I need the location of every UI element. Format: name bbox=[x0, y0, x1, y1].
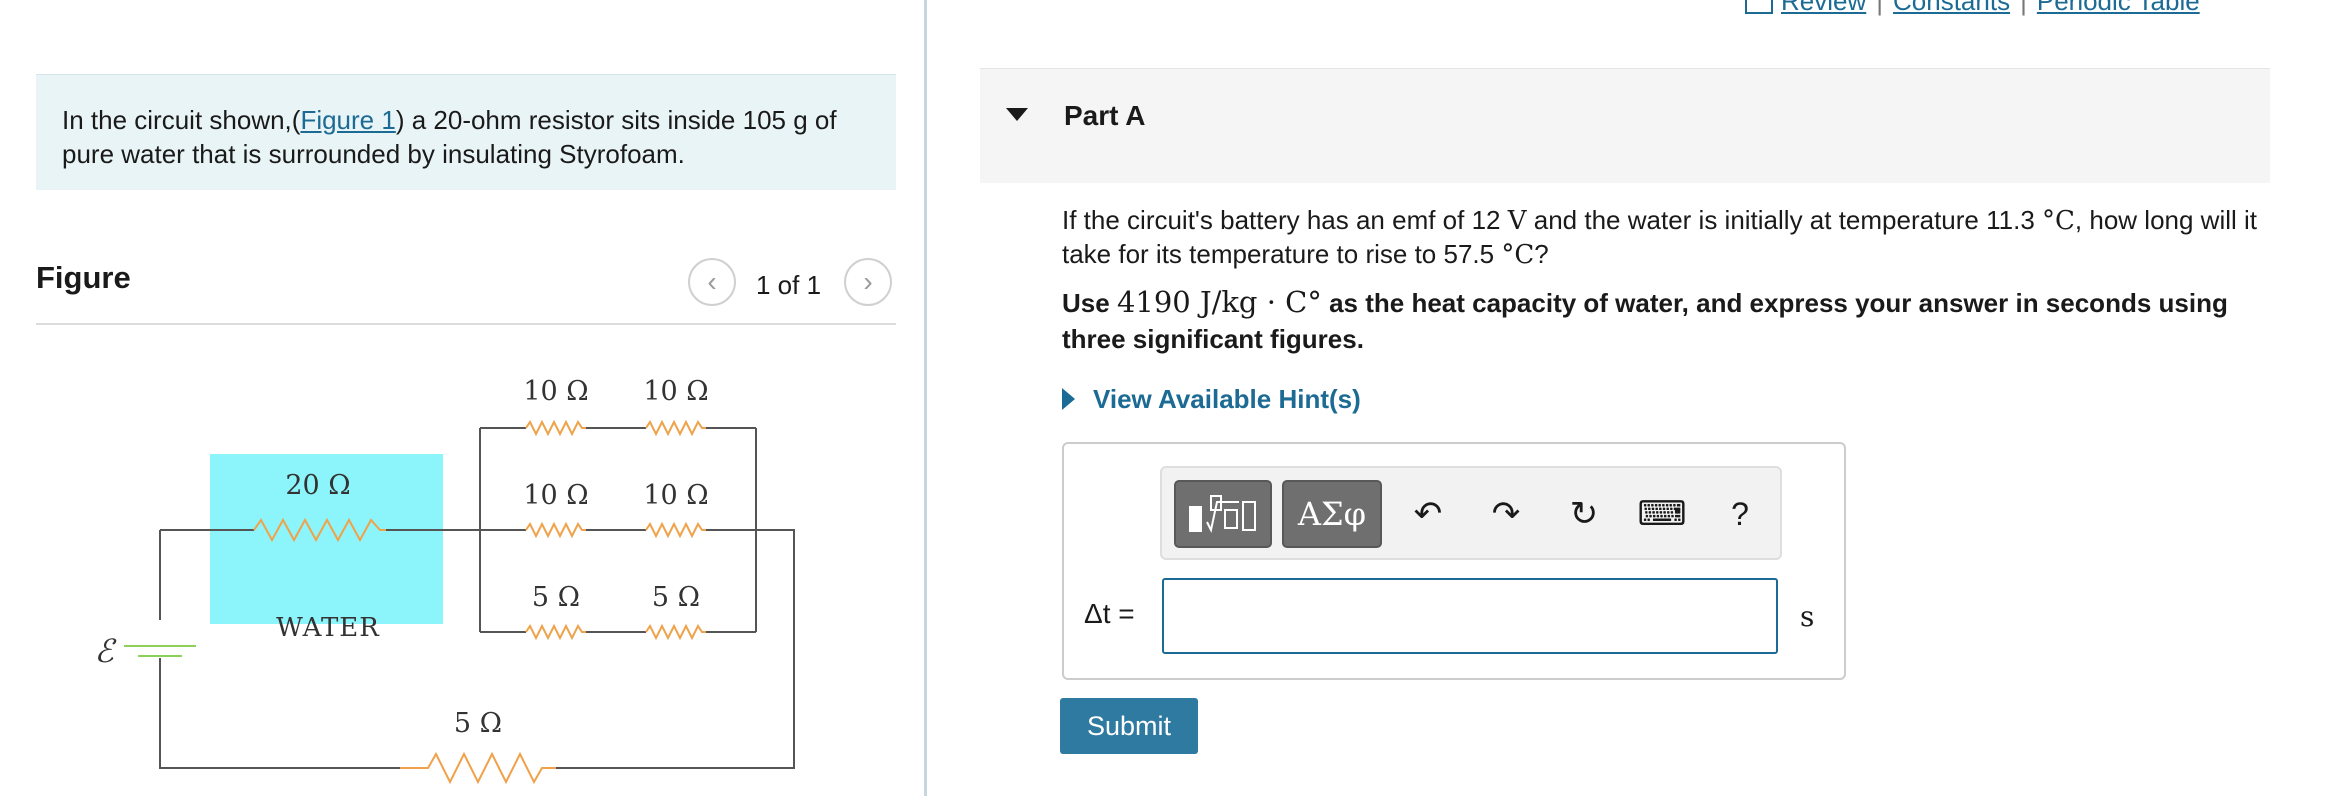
question-part: and the water is initially at temperatur… bbox=[1533, 205, 2035, 235]
label-r-mid-right: 10 Ω bbox=[643, 480, 708, 511]
review-icon bbox=[1745, 0, 1773, 15]
templates-button[interactable] bbox=[1174, 480, 1272, 548]
link-separator: | bbox=[2020, 0, 2027, 16]
label-r-water: 20 Ω bbox=[285, 470, 350, 501]
top-links: Review | Constants | Periodic Table bbox=[1745, 0, 2200, 16]
intro-text-before: In the circuit shown,( bbox=[62, 105, 301, 135]
part-title: Part A bbox=[1064, 100, 1146, 131]
math-toolbar: ΑΣφ ↶ ↷ ↻ ⌨ ? bbox=[1160, 466, 1782, 560]
reset-icon[interactable]: ↻ bbox=[1558, 486, 1610, 542]
previous-figure-button[interactable]: ‹ bbox=[688, 258, 736, 306]
resistor-bot-left bbox=[525, 623, 586, 641]
resistor-mid-right bbox=[645, 521, 706, 539]
figure-link[interactable]: Figure 1 bbox=[300, 105, 395, 135]
figure-divider bbox=[36, 323, 896, 325]
problem-intro: In the circuit shown,(Figure 1) a 20-ohm… bbox=[36, 74, 896, 190]
unit-volts: V bbox=[1507, 206, 1527, 236]
resistor-mid-left bbox=[525, 521, 586, 539]
constants-link[interactable]: Constants bbox=[1893, 0, 2010, 16]
part-header[interactable] bbox=[980, 68, 2270, 183]
battery-symbol bbox=[124, 645, 196, 657]
review-link[interactable]: Review bbox=[1781, 0, 1866, 16]
answer-unit-label: s bbox=[1800, 600, 1815, 633]
instruction-part: Use bbox=[1062, 288, 1110, 318]
label-r-bot-left: 5 Ω bbox=[532, 582, 580, 613]
question-text: If the circuit's battery has an emf of 1… bbox=[1062, 204, 2272, 272]
water-label: WATER bbox=[276, 613, 380, 643]
answer-input[interactable] bbox=[1162, 578, 1778, 654]
unit-celsius: °C bbox=[2042, 206, 2075, 236]
periodic-table-link[interactable]: Periodic Table bbox=[2037, 0, 2200, 16]
redo-icon[interactable]: ↷ bbox=[1480, 486, 1532, 542]
hint-label: View Available Hint(s) bbox=[1093, 384, 1361, 414]
figure-counter: 1 of 1 bbox=[756, 270, 822, 300]
emf-label: ℰ bbox=[94, 632, 117, 670]
next-figure-button[interactable]: › bbox=[844, 258, 892, 306]
link-separator: | bbox=[1876, 0, 1884, 16]
view-hints-link[interactable]: View Available Hint(s) bbox=[1062, 384, 1361, 415]
question-part: ? bbox=[1534, 239, 1549, 269]
instruction-text: Use 4190 J/kg · C° as the heat capacity … bbox=[1062, 284, 2272, 357]
caret-right-icon bbox=[1062, 388, 1075, 410]
chevron-right-icon: › bbox=[863, 266, 873, 297]
keyboard-icon[interactable]: ⌨ bbox=[1636, 486, 1688, 542]
column-divider bbox=[924, 0, 927, 796]
submit-button[interactable]: Submit bbox=[1060, 698, 1198, 754]
help-button[interactable]: ? bbox=[1714, 486, 1766, 542]
undo-icon[interactable]: ↶ bbox=[1402, 486, 1454, 542]
answer-variable-label: Δt = bbox=[1084, 598, 1135, 629]
figure-title: Figure bbox=[36, 260, 131, 295]
question-part: If the circuit's battery has an emf of 1… bbox=[1062, 205, 1501, 235]
greek-symbols-button[interactable]: ΑΣφ bbox=[1282, 480, 1382, 548]
caret-down-icon[interactable] bbox=[1006, 108, 1028, 121]
resistor-series bbox=[400, 751, 556, 785]
label-r-top-right: 10 Ω bbox=[643, 376, 708, 407]
label-r-bot-right: 5 Ω bbox=[652, 582, 700, 613]
label-r-top-left: 10 Ω bbox=[523, 376, 588, 407]
unit-celsius: °C bbox=[1501, 240, 1535, 270]
label-r-mid-left: 10 Ω bbox=[523, 480, 588, 511]
chevron-left-icon: ‹ bbox=[707, 266, 717, 297]
resistor-top-right bbox=[645, 419, 706, 437]
templates-icon bbox=[1189, 495, 1256, 533]
circuit-diagram: 20 Ω 10 Ω 10 Ω 10 Ω 10 Ω 5 Ω 5 Ω 5 Ω WAT… bbox=[94, 376, 795, 785]
heat-capacity-value: 4190 J/kg · C° bbox=[1116, 285, 1322, 319]
resistor-top-left bbox=[525, 419, 586, 437]
label-r-series: 5 Ω bbox=[454, 708, 502, 739]
resistor-bot-right bbox=[645, 623, 706, 641]
